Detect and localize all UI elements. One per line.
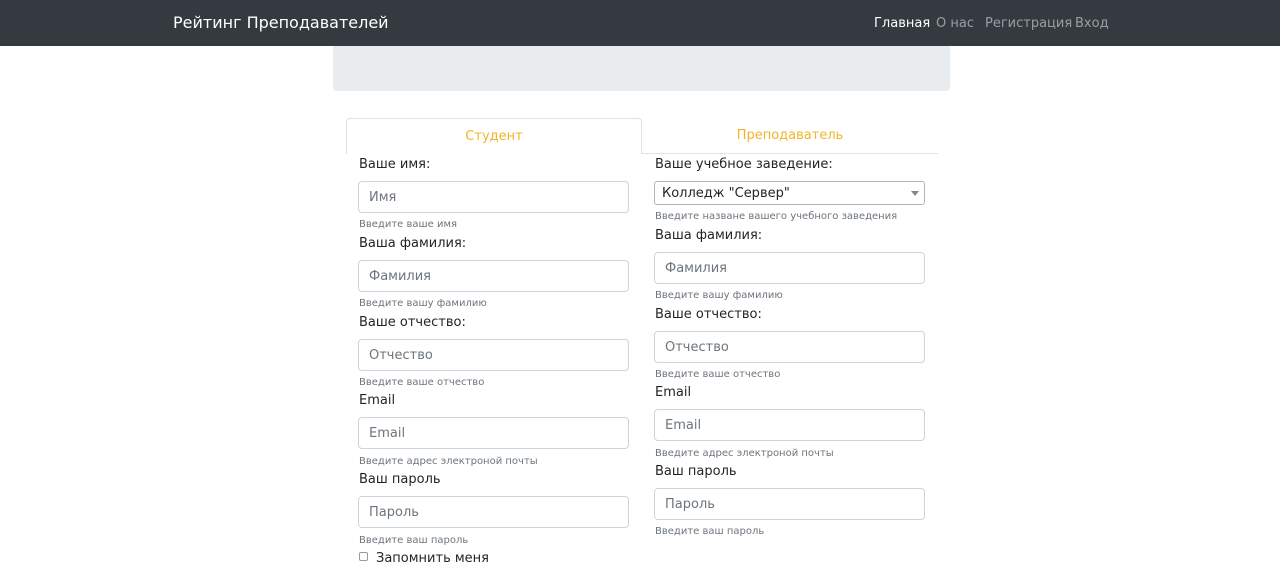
- student-password-input[interactable]: [358, 496, 629, 528]
- student-email-hint: Введите адрес электроной почты: [359, 456, 538, 467]
- remember-me-checkbox[interactable]: [359, 552, 368, 561]
- student-surname-input[interactable]: [358, 260, 629, 292]
- tab-student[interactable]: Студент: [346, 118, 642, 154]
- institution-select[interactable]: Колледж "Сервер": [654, 181, 925, 205]
- student-password-label: Ваш пароль: [359, 472, 441, 487]
- student-password-hint: Введите ваш пароль: [359, 535, 469, 546]
- student-surname-label: Ваша фамилия:: [359, 236, 467, 251]
- nav-link-home[interactable]: Главная: [874, 16, 930, 31]
- teacher-email-hint: Введите адрес электроной почты: [655, 448, 834, 459]
- remember-me-label: Запомнить меня: [376, 551, 490, 566]
- institution-select-value: Колледж "Сервер": [662, 186, 790, 201]
- teacher-institution-hint: Введите назване вашего учебного заведени…: [655, 211, 898, 222]
- teacher-surname-input[interactable]: [654, 252, 925, 284]
- teacher-institution-label: Ваше учебное заведение:: [655, 157, 833, 172]
- nav-link-login[interactable]: Вход: [1075, 16, 1109, 31]
- teacher-patronymic-hint: Введите ваше отчество: [655, 369, 781, 380]
- navbar: Рейтинг Преподавателей Главная О нас Рег…: [0, 0, 1280, 46]
- teacher-email-input[interactable]: [654, 409, 925, 441]
- navbar-brand[interactable]: Рейтинг Преподавателей: [173, 13, 389, 32]
- teacher-patronymic-label: Ваше отчество:: [655, 307, 762, 322]
- nav-link-about[interactable]: О нас: [936, 16, 974, 31]
- student-surname-hint: Введите вашу фамилию: [359, 298, 487, 309]
- student-patronymic-input[interactable]: [358, 339, 629, 371]
- chevron-down-icon: [911, 191, 919, 196]
- teacher-email-label: Email: [655, 385, 692, 400]
- student-email-label: Email: [359, 393, 396, 408]
- teacher-patronymic-input[interactable]: [654, 331, 925, 363]
- nav-link-register[interactable]: Регистрация: [985, 16, 1072, 31]
- tab-divider: [642, 153, 938, 154]
- tab-teacher[interactable]: Преподаватель: [642, 118, 938, 154]
- jumbotron: [333, 46, 950, 91]
- student-patronymic-label: Ваше отчество:: [359, 315, 466, 330]
- teacher-password-label: Ваш пароль: [655, 464, 737, 479]
- student-name-label: Ваше имя:: [359, 157, 431, 172]
- teacher-surname-label: Ваша фамилия:: [655, 228, 763, 243]
- student-name-hint: Введите ваше имя: [359, 219, 458, 230]
- teacher-surname-hint: Введите вашу фамилию: [655, 290, 783, 301]
- student-patronymic-hint: Введите ваше отчество: [359, 377, 485, 388]
- student-email-input[interactable]: [358, 417, 629, 449]
- teacher-password-input[interactable]: [654, 488, 925, 520]
- teacher-password-hint: Введите ваш пароль: [655, 526, 765, 537]
- student-name-input[interactable]: [358, 181, 629, 213]
